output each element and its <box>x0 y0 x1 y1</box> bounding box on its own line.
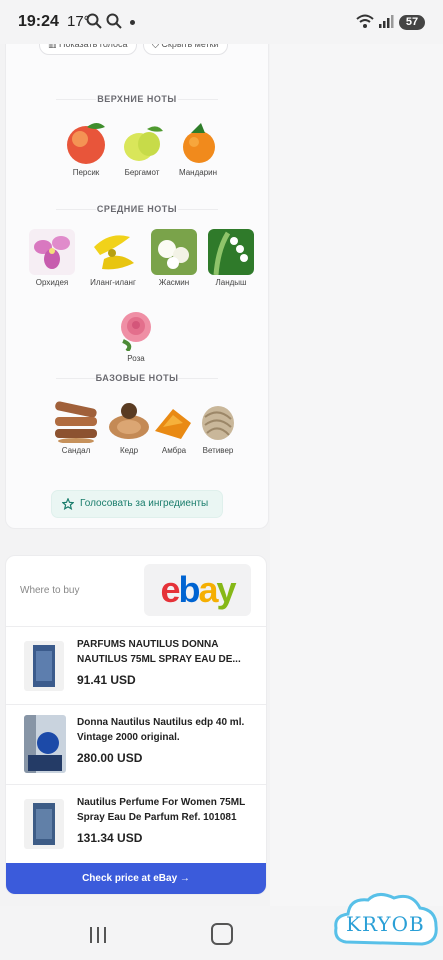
note-orchid[interactable]: Орхидея <box>24 229 80 287</box>
signal-icon <box>379 15 394 28</box>
note-label: Ветивер <box>202 446 234 455</box>
star-icon <box>62 498 74 510</box>
ylang-ylang-image <box>90 229 136 275</box>
product-thumbnail <box>24 715 66 773</box>
note-jasmine[interactable]: Жасмин <box>146 229 202 287</box>
listing-title: Nautilus Perfume For Women 75ML Spray Ea… <box>77 797 245 823</box>
check-price-button[interactable]: Check price at eBay → <box>6 863 266 894</box>
note-label: Мандарин <box>178 168 218 177</box>
note-label: Бергамот <box>124 168 160 177</box>
note-label: Ландыш <box>215 278 247 287</box>
top-notes-title: ВЕРХНИЕ НОТЫ <box>6 94 268 104</box>
sandalwood-image <box>53 397 99 443</box>
note-label: Жасмин <box>158 278 190 287</box>
where-to-buy-card: Where to buy ebay PARFUMS NAUTILUS DONNA… <box>5 555 267 895</box>
rose-image <box>113 305 159 351</box>
vote-ingredients-button[interactable]: Голосовать за ингредиенты <box>51 490 223 518</box>
recent-apps-icon[interactable] <box>88 926 108 944</box>
note-peach[interactable]: Персик <box>58 119 114 177</box>
listing-item[interactable]: PARFUMS NAUTILUS DONNA NAUTILUS 75ML SPR… <box>6 626 266 705</box>
status-bar: 19:24 17° 57 <box>0 0 443 44</box>
note-lily-of-the-valley[interactable]: Ландыш <box>203 229 259 287</box>
ebay-logo-icon: ebay <box>160 569 236 610</box>
listing-price: 280.00 USD <box>77 751 143 765</box>
base-notes-title: БАЗОВЫЕ НОТЫ <box>6 373 268 383</box>
product-thumbnail <box>24 641 64 691</box>
empty-panel <box>270 44 443 906</box>
dot-icon <box>130 20 135 25</box>
note-label: Иланг-иланг <box>90 278 136 287</box>
notes-pyramid-card: ▥ Показать голоса ◇ Скрыть метки ВЕРХНИЕ… <box>5 28 269 529</box>
mandarin-image <box>175 119 221 165</box>
search-icon <box>86 13 102 29</box>
home-icon[interactable] <box>211 923 233 945</box>
lily-of-the-valley-image <box>208 229 254 275</box>
note-label: Роза <box>127 354 145 363</box>
listing-title: Donna Nautilus Nautilus edp 40 ml. Vinta… <box>77 717 245 743</box>
note-label: Персик <box>72 168 100 177</box>
where-to-buy-label: Where to buy <box>20 585 80 596</box>
watermark-logo: KRYOB <box>332 890 440 952</box>
middle-notes-title: СРЕДНИЕ НОТЫ <box>6 204 268 214</box>
bergamot-image <box>119 119 165 165</box>
note-mandarin[interactable]: Мандарин <box>170 119 226 177</box>
note-ylang-ylang[interactable]: Иланг-иланг <box>85 229 141 287</box>
listing-title: PARFUMS NAUTILUS DONNA NAUTILUS 75ML SPR… <box>77 639 241 665</box>
watermark-text: KRYOB <box>346 912 425 936</box>
product-thumbnail <box>24 799 64 849</box>
listing-item[interactable]: Donna Nautilus Nautilus edp 40 ml. Vinta… <box>6 704 266 783</box>
note-label: Орхидея <box>35 278 69 287</box>
ebay-logo[interactable]: ebay <box>144 564 251 616</box>
note-vetiver[interactable]: Ветивер <box>190 397 246 455</box>
note-label: Сандал <box>61 446 91 455</box>
listing-item[interactable]: Nautilus Perfume For Women 75ML Spray Ea… <box>6 784 266 863</box>
search-icon <box>106 13 122 29</box>
note-bergamot[interactable]: Бергамот <box>114 119 170 177</box>
jasmine-image <box>151 229 197 275</box>
status-time: 19:24 <box>18 13 59 30</box>
battery-indicator: 57 <box>399 15 425 30</box>
orchid-image <box>29 229 75 275</box>
vetiver-image <box>195 397 241 443</box>
note-sandalwood[interactable]: Сандал <box>48 397 104 455</box>
peach-image <box>63 119 109 165</box>
wifi-icon <box>356 14 374 28</box>
listing-price: 91.41 USD <box>77 673 136 687</box>
note-rose[interactable]: Роза <box>108 305 164 363</box>
vote-button-label: Голосовать за ингредиенты <box>80 498 209 509</box>
listing-price: 131.34 USD <box>77 831 143 845</box>
